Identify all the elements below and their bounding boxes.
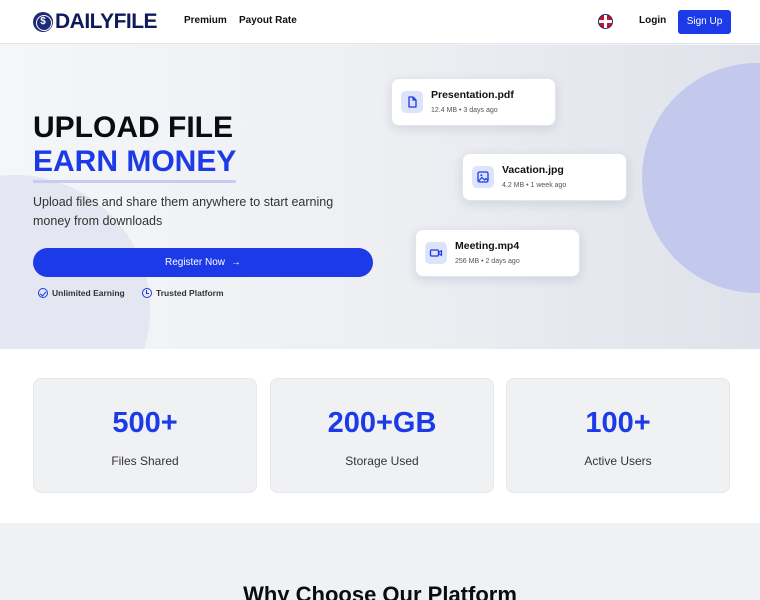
file-name: Vacation.jpg: [502, 164, 564, 176]
clock-icon: [142, 288, 152, 298]
file-card: Vacation.jpg 4.2 MB • 1 week ago: [462, 153, 627, 201]
badge-unlimited-earning: Unlimited Earning: [38, 288, 125, 298]
stat-value: 500+: [112, 407, 178, 439]
coin-logo-icon: $: [33, 12, 53, 32]
stat-value: 200+GB: [327, 407, 437, 439]
file-card: Presentation.pdf 12.4 MB • 3 days ago: [391, 78, 556, 126]
uk-flag-icon[interactable]: [598, 14, 613, 29]
badge-trusted-platform: Trusted Platform: [142, 288, 224, 298]
register-label: Register Now: [164, 257, 226, 268]
stat-value: 100+: [585, 407, 651, 439]
section-title: Why Choose Our Platform: [243, 582, 517, 600]
decorative-circle: [642, 63, 760, 293]
stat-label: Active Users: [584, 454, 652, 468]
stat-card-storage: 200+GB Storage Used: [270, 378, 494, 493]
badge-label: Trusted Platform: [156, 288, 224, 298]
register-now-button[interactable]: Register Now →: [33, 248, 373, 277]
stats-section: 500+ Files Shared 200+GB Storage Used 10…: [0, 349, 760, 523]
nav-payout-rate-link[interactable]: Payout Rate: [239, 15, 297, 26]
stat-card-users: 100+ Active Users: [506, 378, 730, 493]
stat-label: Storage Used: [345, 454, 419, 468]
logo-text: DAILYFILE: [55, 10, 158, 33]
login-link[interactable]: Login: [639, 15, 666, 26]
check-circle-icon: [38, 288, 48, 298]
file-meta: 12.4 MB • 3 days ago: [431, 107, 498, 114]
file-name: Presentation.pdf: [431, 89, 514, 101]
badge-label: Unlimited Earning: [52, 288, 125, 298]
features-section: Why Choose Our Platform: [0, 523, 760, 600]
stat-card-files: 500+ Files Shared: [33, 378, 257, 493]
video-icon: [425, 242, 447, 264]
document-icon: [401, 91, 423, 113]
file-name: Meeting.mp4: [455, 240, 520, 252]
nav-premium-link[interactable]: Premium: [184, 15, 227, 26]
hero-title-line2: EARN MONEY: [33, 145, 237, 183]
file-card: Meeting.mp4 256 MB • 2 days ago: [415, 229, 580, 277]
stat-label: Files Shared: [111, 454, 179, 468]
logo[interactable]: $ DAILYFILE: [33, 10, 158, 33]
site-header: $ DAILYFILE Premium Payout Rate Login Si…: [0, 0, 760, 44]
arrow-right-icon: →: [231, 257, 242, 268]
signup-button[interactable]: Sign Up: [678, 10, 731, 34]
hero-title-line1: UPLOAD FILE: [33, 111, 233, 144]
hero-description: Upload files and share them anywhere to …: [33, 195, 334, 228]
file-meta: 256 MB • 2 days ago: [455, 258, 520, 265]
image-icon: [472, 166, 494, 188]
hero-section: UPLOAD FILE EARN MONEY Upload files and …: [0, 45, 760, 349]
file-meta: 4.2 MB • 1 week ago: [502, 182, 567, 189]
